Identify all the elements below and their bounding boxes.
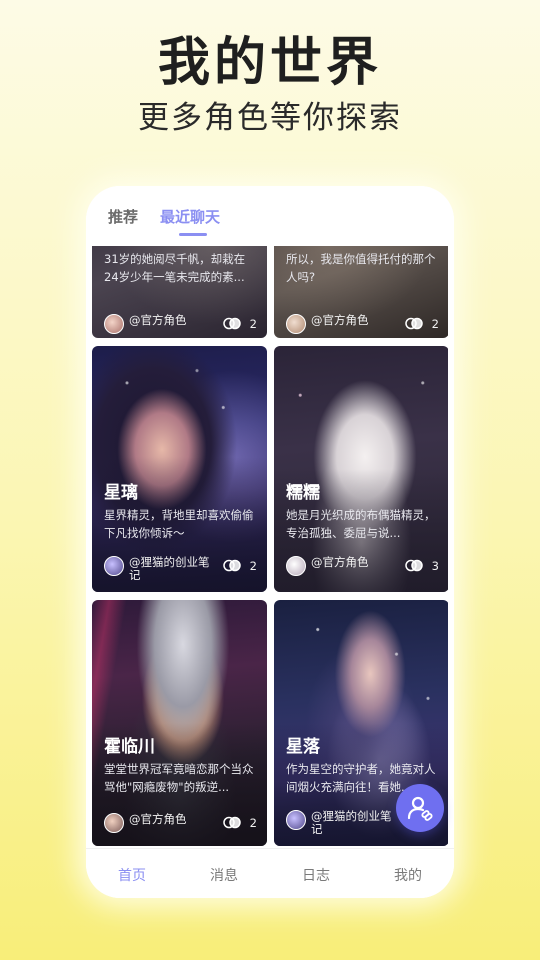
nav-home[interactable]: 首页 (102, 865, 162, 885)
card-description: 所以，我是你值得托付的那个人吗? (286, 252, 436, 284)
card-name: 星璃 (104, 483, 138, 503)
card-name: 糯糯 (286, 483, 320, 503)
card-footer: @狸猫的创业笔记 2 (104, 554, 257, 582)
card-author[interactable]: @官方角色 (311, 314, 396, 327)
card-footer: @官方角色 2 (286, 312, 439, 336)
card-views: 2 (249, 816, 257, 830)
tab-recommend[interactable]: 推荐 (108, 206, 138, 227)
headline: 我的世界 (157, 33, 382, 93)
card-author[interactable]: @狸猫的创业笔记 (129, 556, 214, 582)
card-views: 2 (249, 559, 257, 573)
bottom-nav: 首页 消息 日志 我的 (86, 848, 454, 898)
views-icon (405, 559, 423, 572)
card-views: 2 (431, 317, 439, 331)
card-views: 2 (249, 317, 257, 331)
avatar (104, 813, 124, 833)
card-name: 霍临川 (104, 737, 155, 757)
card-footer: @官方角色 2 (104, 811, 257, 835)
card-author[interactable]: @狸猫的创业笔记 (311, 810, 396, 836)
card-description: 31岁的她阅尽千帆，却栽在24岁少年一笔未完成的素... (104, 252, 246, 284)
character-grid: 31岁的她阅尽千帆，却栽在24岁少年一笔未完成的素... @官方角色 2 所以，… (92, 246, 448, 848)
subhead: 更多角色等你探索 (138, 100, 402, 136)
views-icon (405, 317, 423, 330)
character-card[interactable]: 糯糯 她是月光织成的布偶猫精灵，专治孤独、委屈与说... @官方角色 3 (274, 346, 448, 592)
phone-frame: 推荐 最近聊天 31岁的她阅尽千帆，却栽在24岁少年一笔未完成的素... @官方… (86, 186, 454, 898)
character-card[interactable]: 星璃 星界精灵，背地里却喜欢偷偷下凡找你倾诉～ @狸猫的创业笔记 2 (92, 346, 267, 592)
nav-mine[interactable]: 我的 (378, 865, 438, 885)
views-icon (223, 317, 241, 330)
avatar (104, 556, 124, 576)
card-author[interactable]: @官方角色 (129, 813, 214, 826)
views-icon (223, 559, 241, 572)
active-tab-indicator (179, 233, 207, 236)
character-card[interactable]: 所以，我是你值得托付的那个人吗? @官方角色 2 (274, 246, 448, 338)
nav-messages[interactable]: 消息 (194, 865, 254, 885)
tab-recent-chats[interactable]: 最近聊天 (160, 206, 220, 227)
character-card[interactable]: 31岁的她阅尽千帆，却栽在24岁少年一笔未完成的素... @官方角色 2 (92, 246, 267, 338)
avatar (286, 314, 306, 334)
avatar (104, 314, 124, 334)
card-description: 星界精灵，背地里却喜欢偷偷下凡找你倾诉～ (104, 508, 254, 540)
card-footer: @官方角色 2 (104, 312, 257, 336)
avatar (286, 556, 306, 576)
card-views: 3 (431, 559, 439, 573)
card-name: 星落 (286, 737, 320, 757)
card-footer: @官方角色 3 (286, 554, 439, 578)
nav-journal[interactable]: 日志 (286, 865, 346, 885)
top-tabs: 推荐 最近聊天 (86, 186, 454, 246)
card-author[interactable]: @官方角色 (311, 556, 396, 569)
card-author[interactable]: @官方角色 (129, 314, 214, 327)
create-character-button[interactable] (396, 784, 444, 832)
character-card[interactable]: 霍临川 堂堂世界冠军竟暗恋那个当众骂他"网瘾废物"的叛逆... @官方角色 2 (92, 600, 267, 846)
avatar (286, 810, 306, 830)
user-link-icon (407, 796, 433, 821)
card-description: 堂堂世界冠军竟暗恋那个当众骂他"网瘾废物"的叛逆... (104, 762, 254, 794)
views-icon (223, 816, 241, 829)
card-description: 她是月光织成的布偶猫精灵，专治孤独、委屈与说... (286, 508, 436, 540)
